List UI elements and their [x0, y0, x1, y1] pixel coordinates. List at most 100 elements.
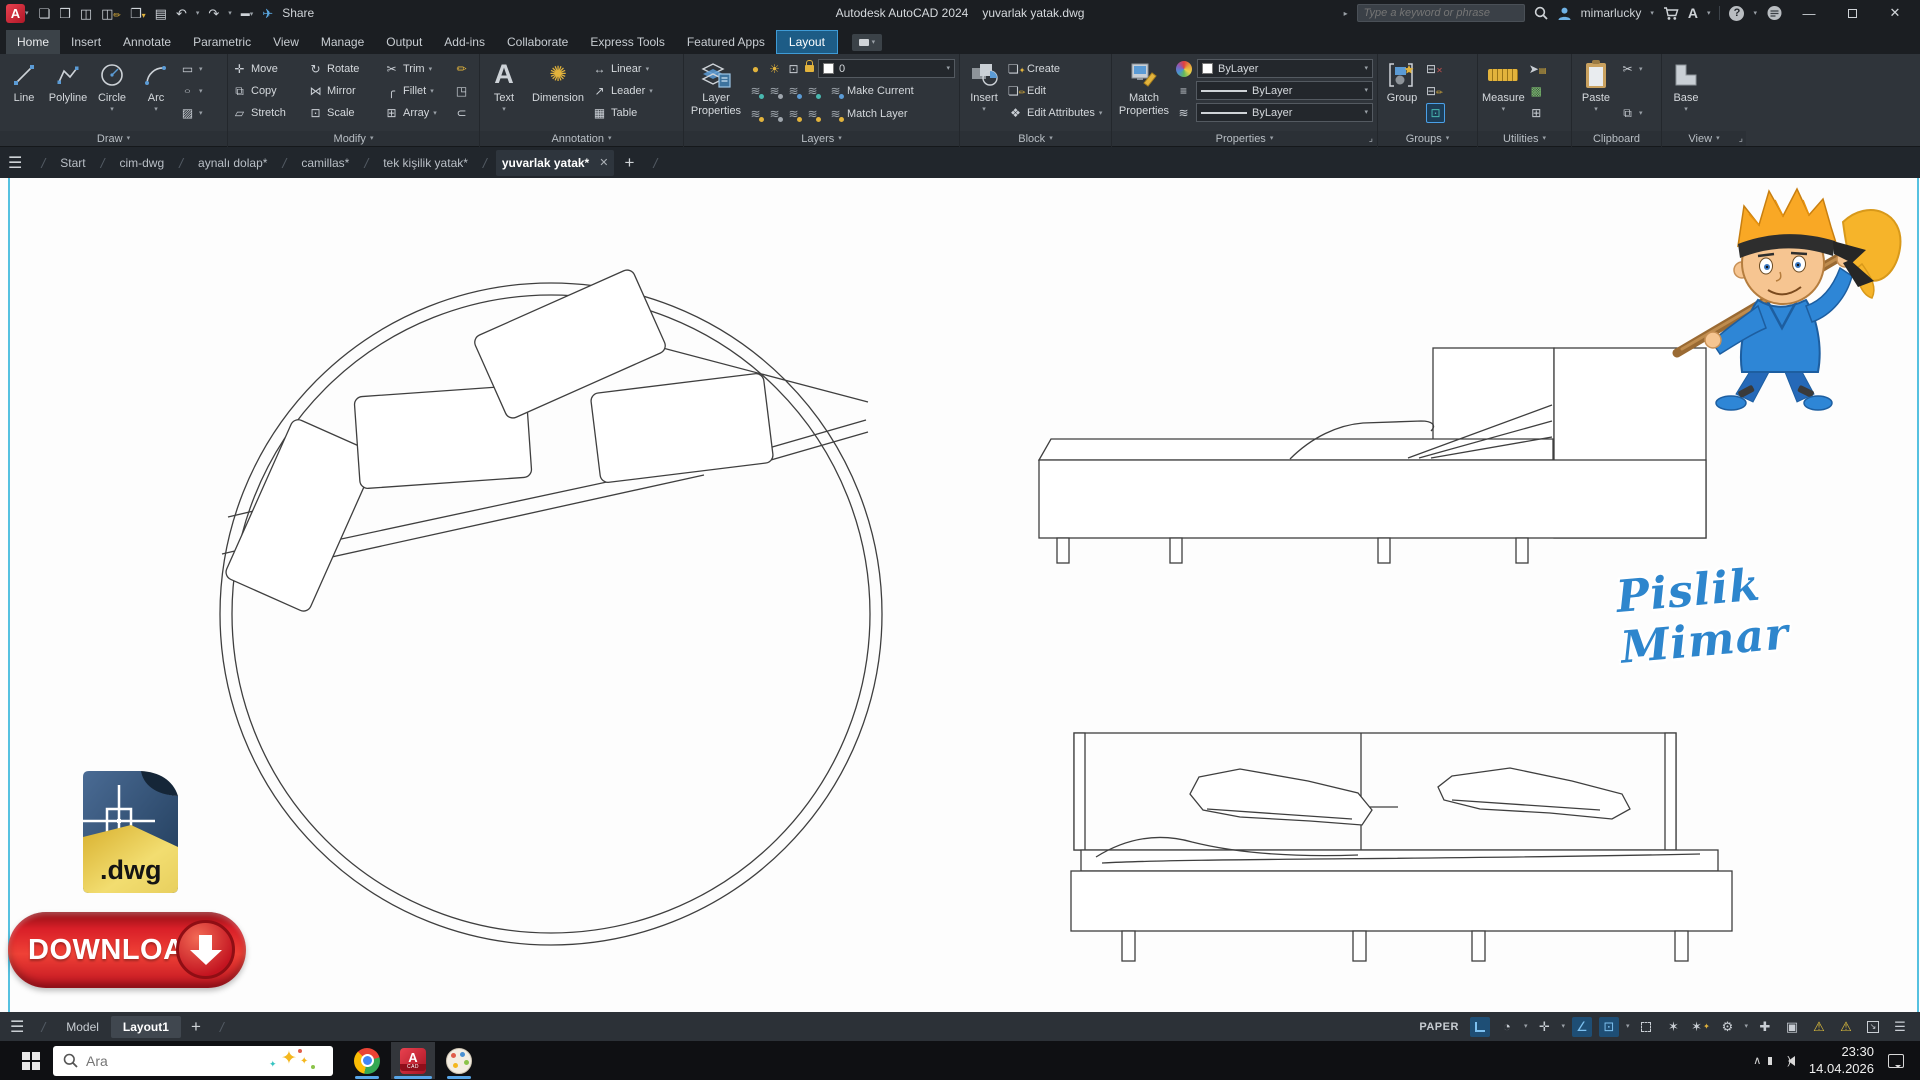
match-properties-button[interactable]: Match Properties [1116, 57, 1172, 117]
tab-view[interactable]: View [262, 30, 310, 54]
object-snap-toggle[interactable]: ⊡ [1598, 1016, 1619, 1037]
measure-button[interactable]: Measure ▾ [1482, 57, 1525, 113]
rotate-button[interactable]: ↻ Rotate [308, 59, 380, 79]
circle-button[interactable]: Circle ▾ [92, 57, 132, 113]
insert-button[interactable]: Insert ▾ [964, 57, 1004, 113]
windows-start-icon[interactable] [22, 1052, 40, 1070]
layer-unlock-all-icon[interactable] [786, 108, 802, 122]
fillet-button[interactable]: ╭ Fillet ▾ [384, 81, 450, 101]
iso-caret-icon[interactable]: ▾ [1561, 1023, 1565, 1030]
bed-front-view[interactable] [1070, 732, 1733, 962]
workspace-switching-icon[interactable]: ✚ [1755, 1017, 1775, 1037]
volume-icon[interactable]: ) [1768, 1055, 1796, 1067]
polar-tracking-toggle[interactable]: ◔ [1497, 1017, 1517, 1037]
polyline-button[interactable]: Polyline [48, 57, 88, 104]
new-drawing-icon[interactable]: + [614, 153, 644, 173]
table-button[interactable]: ▦ Table [592, 103, 670, 123]
properties-launcher-icon[interactable]: ⌟ [1369, 133, 1373, 144]
selection-cycling-toggle[interactable] [1636, 1017, 1656, 1037]
drawing-warning-icon[interactable]: ⚠ [1809, 1017, 1829, 1037]
stretch-button[interactable]: ▱ Stretch [232, 103, 304, 123]
plot-icon[interactable]: ❐▾ [130, 7, 146, 20]
feedback-icon[interactable] [1766, 5, 1783, 21]
mirror-button[interactable]: ⋈ Mirror [308, 81, 380, 101]
rectangle-tool[interactable]: ▭ ▾ [180, 59, 203, 79]
leader-button[interactable]: ↗ Leader ▾ [592, 81, 670, 101]
block-panel-label[interactable]: Block ▾ [960, 131, 1111, 146]
tab-annotate[interactable]: Annotate [112, 30, 182, 54]
paste-button[interactable]: Paste ▾ [1576, 57, 1616, 113]
hatch-tool[interactable]: ▨ ▾ [180, 103, 203, 123]
grid-display-toggle[interactable] [1469, 1016, 1490, 1037]
file-tabs-menu-icon[interactable]: ☰ [8, 153, 22, 173]
round-bed-top-view[interactable] [219, 268, 883, 946]
lineweight-combo[interactable]: ByLayer ▾ [1196, 103, 1373, 122]
qat-customize-icon[interactable]: ▬▾ [241, 8, 254, 18]
tab-express-tools[interactable]: Express Tools [579, 30, 675, 54]
search-collapse-icon[interactable]: ▸ [1344, 9, 1348, 18]
fullscreen-icon[interactable]: ↘ [1863, 1017, 1883, 1037]
annotation-scale-gear-icon[interactable]: ⚙ [1717, 1017, 1737, 1037]
copy-button[interactable]: ⧉ Copy [232, 81, 304, 101]
dwg-file-icon[interactable]: .dwg [83, 771, 178, 893]
file-tab-cim-dwg[interactable]: cim-dwg [113, 150, 170, 176]
cart-icon[interactable] [1663, 6, 1679, 21]
view-panel-label[interactable]: View ▾ ⌟ [1662, 131, 1746, 146]
make-current-button[interactable]: Make Current [828, 81, 914, 101]
explode-button[interactable]: ◳ [454, 81, 469, 101]
redo-icon[interactable] [208, 7, 219, 20]
save-icon[interactable]: ◫ [80, 7, 92, 20]
undo-icon[interactable] [176, 7, 187, 20]
linetype-combo[interactable]: ByLayer ▾ [1196, 81, 1373, 100]
taskbar-clock[interactable]: 23:30 14.04.2026 [1809, 1044, 1874, 1078]
pillow-1[interactable] [224, 417, 379, 613]
isolate-objects-icon[interactable]: ▣ [1782, 1017, 1802, 1037]
layers-panel-label[interactable]: Layers ▾ [684, 131, 959, 146]
print-icon[interactable]: ▤ [155, 7, 167, 20]
array-button[interactable]: ⊞ Array ▾ [384, 103, 450, 123]
utilities-panel-label[interactable]: Utilities ▾ [1478, 131, 1571, 146]
text-button[interactable]: A Text ▾ [484, 57, 524, 113]
tab-home[interactable]: Home [6, 30, 61, 54]
tab-addins[interactable]: Add-ins [433, 30, 496, 54]
layer-unlock2-icon[interactable] [805, 108, 821, 122]
share-label[interactable]: Share [282, 6, 314, 20]
cut-button[interactable]: ✂ ▾ [1620, 59, 1642, 79]
osnap-tracking-toggle[interactable]: ∠ [1571, 1016, 1592, 1037]
properties-panel-label[interactable]: Properties ▾ ⌟ [1112, 131, 1377, 146]
view-launcher-icon[interactable]: ⌟ [1739, 133, 1743, 144]
taskbar-search[interactable]: ✦ ✦ ✦ [53, 1045, 333, 1076]
close-button[interactable]: ✕ [1878, 0, 1912, 26]
drawing-canvas[interactable]: Pislik Mimar .dwg DOWNLOAD [0, 178, 1920, 1012]
base-button[interactable]: Base ▾ [1666, 57, 1706, 113]
layer-select-combo[interactable]: 0 ▾ [818, 59, 955, 78]
draw-panel-label[interactable]: Draw ▾ [0, 131, 227, 146]
tab-output[interactable]: Output [375, 30, 433, 54]
layer-on-all-icon[interactable] [748, 108, 764, 122]
new-file-icon[interactable]: ❏ [39, 7, 51, 20]
quick-select-button[interactable]: ➤▤ [1529, 59, 1547, 79]
search-icon[interactable] [1534, 6, 1548, 20]
layer-freeze-icon[interactable] [767, 85, 783, 99]
file-tab-tek-kisilik-yatak[interactable]: tek kişilik yatak* [377, 150, 474, 176]
tab-manage[interactable]: Manage [310, 30, 375, 54]
clipboard-panel-label[interactable]: Clipboard [1572, 131, 1661, 146]
annotation-panel-label[interactable]: Annotation ▾ [480, 131, 683, 146]
ribbon-display-toggle[interactable]: ▾ [851, 34, 882, 51]
layer-properties-button[interactable]: Layer Properties [688, 57, 744, 117]
tab-collaborate[interactable]: Collaborate [496, 30, 579, 54]
autocad-logo[interactable]: A [6, 3, 25, 23]
color-wheel-icon[interactable] [1176, 60, 1192, 77]
share-icon[interactable] [262, 7, 273, 20]
layer-lock-icon[interactable] [786, 85, 802, 99]
ellipse-tool[interactable]: ○ ▾ [180, 81, 203, 101]
layer-isolate-icon[interactable]: ⊡ [786, 63, 801, 75]
edit-attributes-button[interactable]: ❖ Edit Attributes ▾ [1008, 103, 1104, 123]
open-file-icon[interactable]: ❒ [59, 7, 71, 20]
front-pillow-left[interactable] [1189, 768, 1373, 826]
user-menu-caret-icon[interactable]: ▾ [1650, 10, 1654, 17]
arc-button[interactable]: Arc ▾ [136, 57, 176, 113]
select-similar-button[interactable]: ▩ [1529, 81, 1544, 101]
file-tab-aynali-dolap[interactable]: aynalı dolap* [192, 150, 273, 176]
osnap-caret-icon[interactable]: ▾ [1626, 1023, 1630, 1030]
